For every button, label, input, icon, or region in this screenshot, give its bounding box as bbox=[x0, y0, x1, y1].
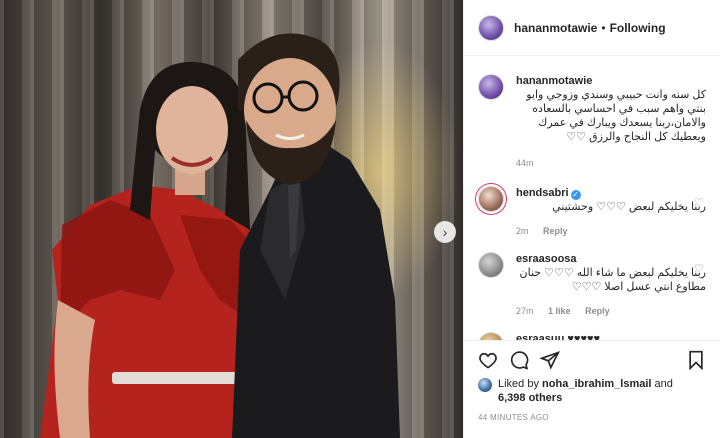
author-username[interactable]: hananmotawie bbox=[514, 21, 597, 35]
instagram-post: › hananmotawie • Following hananmotawie … bbox=[0, 0, 720, 438]
avatar[interactable] bbox=[478, 74, 504, 100]
reply-button[interactable]: Reply bbox=[585, 306, 610, 316]
next-photo-button[interactable]: › bbox=[434, 221, 456, 243]
reply-button[interactable]: Reply bbox=[543, 226, 568, 236]
avatar[interactable] bbox=[478, 378, 492, 392]
comment-item: hendsabri ✓ ربنا يخليكم لبعض ♡♡♡ وحشتيني … bbox=[464, 186, 720, 238]
post-side-panel: hananmotawie • Following hananmotawie كل… bbox=[463, 0, 720, 438]
comment-icon[interactable] bbox=[509, 350, 529, 370]
comment-username[interactable]: esraasuu bbox=[516, 333, 564, 340]
comment-item: esraasoosa ربنا يخليكم لبعض ما شاء الله … bbox=[464, 252, 720, 318]
chevron-right-icon: › bbox=[442, 224, 448, 240]
post-header: hananmotawie • Following bbox=[464, 0, 720, 56]
caption: hananmotawie كل سنه وانت حبيبي وسندي وزو… bbox=[464, 74, 720, 170]
verified-badge-icon: ✓ bbox=[570, 190, 581, 200]
heart-icon[interactable] bbox=[478, 350, 498, 370]
caption-username[interactable]: hananmotawie bbox=[516, 74, 706, 88]
avatar[interactable] bbox=[478, 14, 504, 41]
comment-text: ربنا يخليكم لبعض ما شاء الله ♡♡♡ حنان مط… bbox=[519, 267, 706, 293]
separator-dot: • bbox=[601, 20, 606, 35]
liked-by-user[interactable]: noha_ibrahim_lsmail bbox=[542, 378, 651, 390]
caption-time[interactable]: 44m bbox=[516, 158, 534, 168]
liked-by-prefix: Liked by bbox=[498, 378, 539, 390]
comment-text: ربنا يخليكم لبعض ♡♡♡ وحشتيني bbox=[552, 201, 706, 213]
liked-by-and: and bbox=[654, 378, 673, 390]
following-button[interactable]: Following bbox=[610, 21, 666, 35]
comment-item: esraasuu ♥♥♥♥♥ ♡ bbox=[464, 332, 720, 340]
post-photo: › bbox=[0, 0, 463, 438]
bookmark-icon[interactable] bbox=[686, 350, 706, 370]
post-timestamp[interactable]: 44 MINUTES AGO bbox=[478, 413, 706, 422]
comment-username[interactable]: hendsabri bbox=[516, 187, 569, 199]
comment-username[interactable]: esraasoosa bbox=[516, 252, 706, 266]
likes-others-count[interactable]: 6,398 others bbox=[498, 392, 562, 404]
post-actions: Liked by noha_ibrahim_lsmail and 6,398 o… bbox=[464, 340, 720, 422]
avatar[interactable] bbox=[478, 252, 504, 278]
heart-icon[interactable]: ♡ bbox=[694, 196, 704, 209]
photo-subjects bbox=[40, 33, 400, 438]
comment-likes[interactable]: 1 like bbox=[548, 306, 571, 316]
heart-icon[interactable]: ♡ bbox=[694, 262, 704, 275]
comment-time[interactable]: 27m bbox=[516, 306, 534, 316]
comment-text: ♥♥♥♥♥ bbox=[567, 333, 601, 340]
share-icon[interactable] bbox=[540, 350, 560, 370]
likes-summary: Liked by noha_ibrahim_lsmail and 6,398 o… bbox=[478, 377, 706, 405]
avatar[interactable] bbox=[478, 186, 504, 212]
caption-text: كل سنه وانت حبيبي وسندي وزوجي وابو بنتي … bbox=[526, 89, 706, 143]
comments-list[interactable]: hananmotawie كل سنه وانت حبيبي وسندي وزو… bbox=[464, 57, 720, 340]
avatar[interactable] bbox=[478, 332, 504, 340]
comment-time[interactable]: 2m bbox=[516, 226, 529, 236]
